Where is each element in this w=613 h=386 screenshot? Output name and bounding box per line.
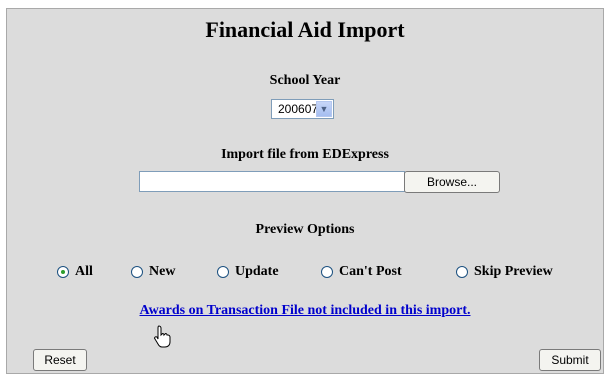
submit-button[interactable]: Submit: [539, 349, 601, 371]
radio-unchecked-icon[interactable]: [217, 266, 229, 278]
preview-options-group: All New Update Can't Post Skip Preview: [7, 264, 603, 284]
radio-cant-post[interactable]: Can't Post: [321, 264, 402, 280]
radio-unchecked-icon[interactable]: [131, 266, 143, 278]
page-title: Financial Aid Import: [205, 17, 405, 42]
radio-new[interactable]: New: [131, 264, 175, 280]
preview-options-label: Preview Options: [255, 222, 355, 237]
radio-all[interactable]: All: [57, 264, 93, 280]
hand-pointer-icon: [154, 325, 171, 348]
financial-aid-import-panel: Financial Aid Import School Year 200607 …: [6, 8, 604, 374]
awards-transaction-link[interactable]: Awards on Transaction File not included …: [7, 303, 603, 319]
radio-update-label: Update: [235, 264, 279, 279]
chevron-down-icon[interactable]: ▼: [316, 101, 332, 117]
browse-button[interactable]: Browse...: [404, 171, 500, 193]
school-year-select[interactable]: 200607 ▼: [271, 99, 334, 119]
radio-cant-post-label: Can't Post: [339, 264, 402, 279]
radio-new-label: New: [149, 264, 176, 279]
radio-checked-icon[interactable]: [57, 266, 69, 278]
school-year-label: School Year: [269, 73, 341, 88]
radio-update[interactable]: Update: [217, 264, 279, 280]
import-file-input[interactable]: [139, 171, 405, 192]
reset-button[interactable]: Reset: [33, 349, 87, 371]
radio-unchecked-icon[interactable]: [456, 266, 468, 278]
radio-unchecked-icon[interactable]: [321, 266, 333, 278]
import-file-label: Import file from EDExpress: [221, 147, 389, 162]
radio-skip-preview[interactable]: Skip Preview: [456, 264, 553, 280]
radio-all-label: All: [75, 264, 93, 279]
school-year-value: 200607: [278, 102, 319, 116]
radio-skip-preview-label: Skip Preview: [474, 264, 553, 279]
